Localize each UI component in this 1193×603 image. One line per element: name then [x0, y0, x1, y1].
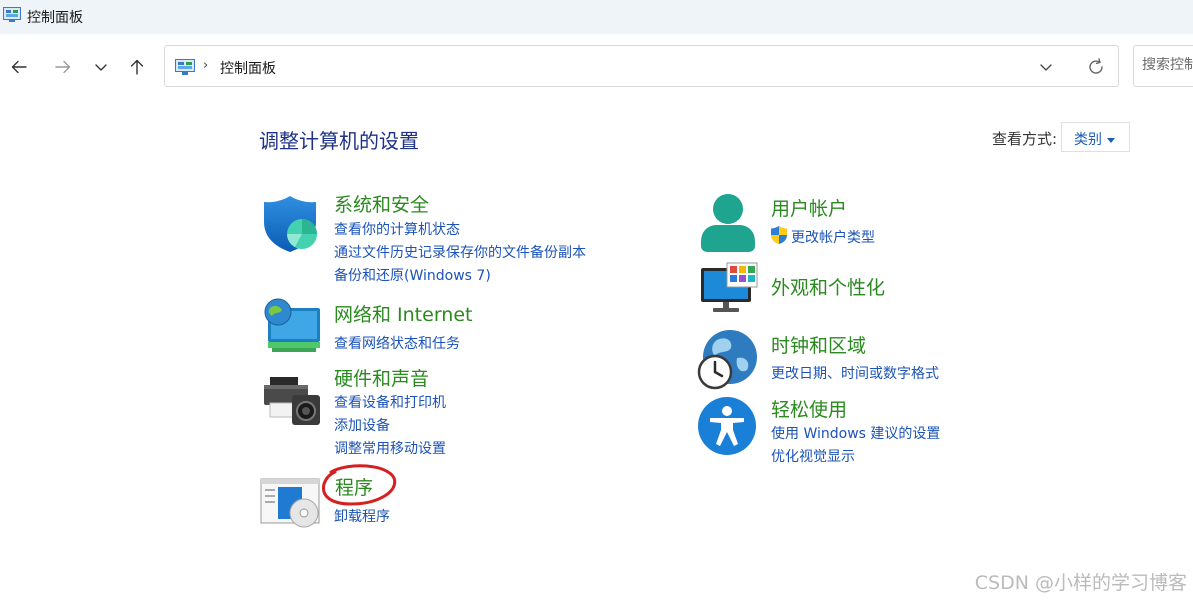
breadcrumb-chevron-icon[interactable]: › [203, 58, 208, 73]
ease-link-recommended-settings[interactable]: 使用 Windows 建议的设置 [771, 423, 940, 443]
accessibility-icon[interactable] [697, 396, 757, 456]
clock-globe-icon[interactable] [697, 328, 759, 390]
hardware-link-add-device[interactable]: 添加设备 [334, 415, 390, 435]
control-panel-icon [175, 59, 195, 75]
network-globe-icon[interactable] [262, 298, 322, 356]
view-by-value: 类别 [1074, 132, 1102, 148]
clock-link-date-time-format[interactable]: 更改日期、时间或数字格式 [771, 363, 939, 383]
refresh-icon[interactable] [1086, 57, 1106, 77]
view-by-dropdown[interactable]: 类别 [1061, 122, 1130, 152]
appearance-personalization-title[interactable]: 外观和个性化 [771, 273, 885, 300]
red-highlight-annotation [321, 464, 397, 506]
arrow-right-icon [55, 60, 71, 74]
up-button[interactable] [124, 54, 150, 80]
ease-link-optimize-display[interactable]: 优化视觉显示 [771, 446, 855, 466]
system-link-view-status[interactable]: 查看你的计算机状态 [334, 219, 460, 239]
uac-shield-icon [771, 226, 787, 244]
clock-region-title[interactable]: 时钟和区域 [771, 331, 866, 358]
caret-down-icon [1107, 137, 1115, 143]
search-box[interactable] [1133, 45, 1193, 87]
network-link-status-tasks[interactable]: 查看网络状态和任务 [334, 333, 460, 353]
hardware-sound-title[interactable]: 硬件和声音 [334, 364, 429, 391]
accounts-link-change-type[interactable]: 更改帐户类型 [791, 227, 875, 247]
system-link-backup-restore[interactable]: 备份和还原(Windows 7) [334, 265, 491, 285]
breadcrumb-control-panel[interactable]: 控制面板 [220, 58, 276, 78]
monitor-personalization-icon[interactable] [699, 262, 759, 316]
chevron-down-icon [95, 64, 107, 71]
arrow-up-icon [130, 59, 144, 75]
shield-icon[interactable] [262, 194, 320, 254]
hardware-link-devices-printers[interactable]: 查看设备和打印机 [334, 392, 446, 412]
system-link-file-history[interactable]: 通过文件历史记录保存你的文件备份副本 [334, 242, 586, 262]
system-security-title[interactable]: 系统和安全 [334, 190, 429, 217]
address-bar[interactable]: › 控制面板 [164, 45, 1119, 87]
network-internet-title[interactable]: 网络和 Internet [334, 300, 472, 327]
window-title: 控制面板 [27, 10, 83, 26]
arrow-left-icon [11, 60, 27, 74]
title-bar: 控制面板 [0, 0, 1193, 34]
page-heading: 调整计算机的设置 [259, 129, 419, 153]
chevron-down-icon[interactable] [1037, 58, 1055, 76]
user-account-icon[interactable] [699, 192, 757, 254]
view-by-label: 查看方式: [992, 130, 1058, 148]
forward-button[interactable] [50, 54, 76, 80]
back-button[interactable] [6, 54, 32, 80]
watermark-text: CSDN @小样的学习博客 [974, 572, 1187, 594]
printer-camera-icon[interactable] [262, 377, 322, 427]
programs-link-uninstall[interactable]: 卸载程序 [334, 506, 390, 526]
recent-locations-button[interactable] [88, 54, 114, 80]
user-accounts-title[interactable]: 用户帐户 [771, 194, 847, 221]
control-panel-icon [3, 7, 21, 22]
hardware-link-mobility-settings[interactable]: 调整常用移动设置 [334, 438, 446, 458]
ease-of-access-title[interactable]: 轻松使用 [771, 395, 847, 422]
programs-icon[interactable] [260, 477, 322, 529]
search-input[interactable] [1142, 57, 1193, 73]
